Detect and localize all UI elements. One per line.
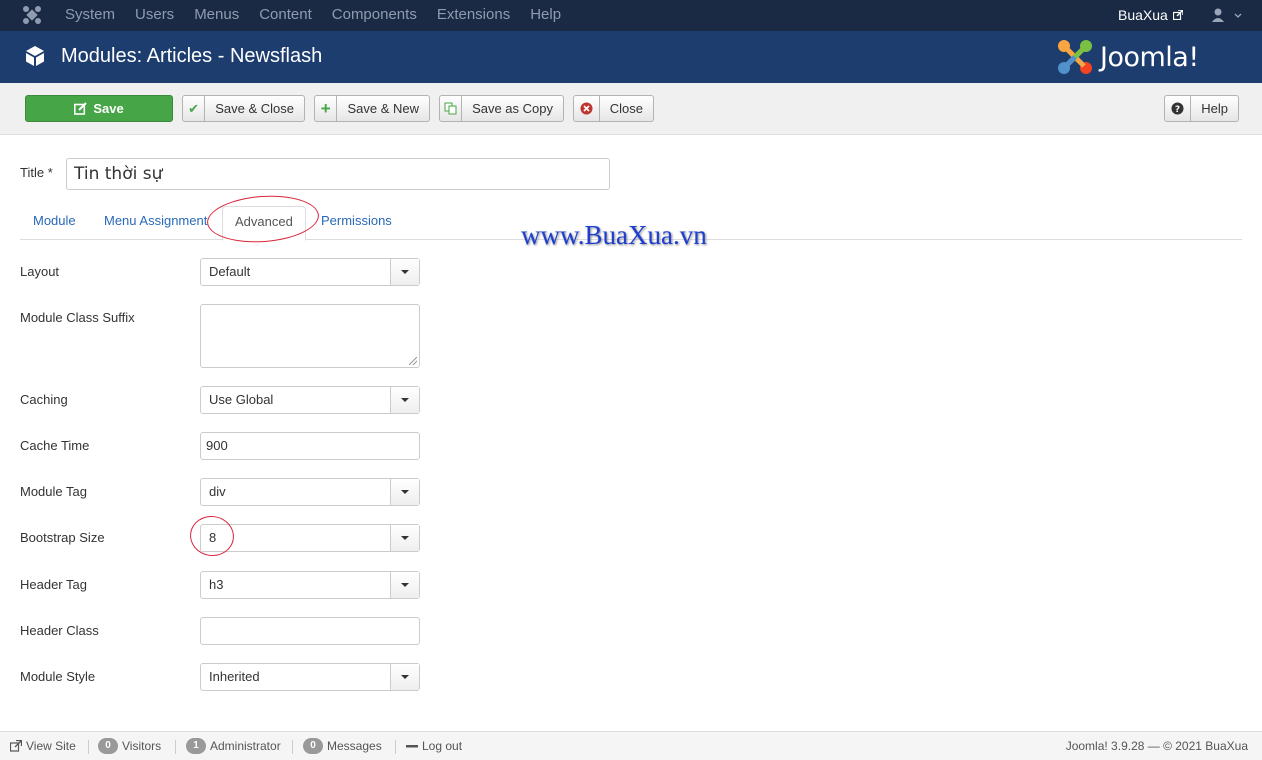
menu-menus[interactable]: Menus: [184, 0, 249, 31]
save-copy-button[interactable]: Save as Copy: [439, 95, 564, 122]
layout-value: Default: [209, 264, 251, 279]
user-menu-icon[interactable]: [1212, 8, 1242, 22]
menu-components[interactable]: Components: [322, 0, 427, 31]
question-icon: ?: [1165, 96, 1192, 121]
menu-help[interactable]: Help: [520, 0, 571, 31]
module-tag-label: Module Tag: [20, 484, 87, 499]
messages-badge: 0: [303, 738, 323, 754]
administrator-label: Administrator: [210, 739, 281, 753]
toolbar: Save ✔ Save & Close + Save & New Save as…: [0, 83, 1262, 135]
logout-link[interactable]: Log out: [406, 732, 462, 760]
view-site-label: View Site: [26, 739, 76, 753]
save-button[interactable]: Save: [25, 95, 173, 122]
module-style-value: Inherited: [209, 669, 260, 684]
messages-link[interactable]: 0 Messages: [303, 732, 382, 760]
header-class-label: Header Class: [20, 623, 99, 638]
cache-time-label: Cache Time: [20, 438, 90, 453]
header-tag-label: Header Tag: [20, 577, 87, 592]
menu-extensions[interactable]: Extensions: [427, 0, 520, 31]
bootstrap-size-label: Bootstrap Size: [20, 530, 105, 545]
chevron-down-icon: [390, 525, 419, 551]
menu-content[interactable]: Content: [249, 0, 322, 31]
help-button[interactable]: ? Help: [1164, 95, 1239, 122]
caching-select[interactable]: Use Global: [200, 386, 420, 414]
cube-icon: [26, 46, 44, 66]
external-link-icon: [1172, 10, 1183, 20]
external-link-icon: [10, 740, 22, 752]
minus-icon: [406, 745, 418, 748]
layout-label: Layout: [20, 264, 60, 279]
module-style-label: Module Style: [20, 669, 96, 684]
chevron-down-icon: [390, 259, 419, 285]
save-close-label: Save & Close: [215, 101, 294, 116]
title-input[interactable]: Tin thời sự: [66, 158, 610, 190]
joomla-brand-icon: [1058, 40, 1092, 74]
title-label: Title *: [20, 165, 53, 180]
save-label: Save: [93, 101, 124, 116]
chevron-down-icon: [390, 664, 419, 690]
joomla-brand-logo: Joomla!: [1056, 37, 1199, 77]
messages-label: Messages: [327, 739, 382, 753]
admin-menu: System Users Menus Content Components Ex…: [55, 0, 571, 31]
checkmark-icon: ✔: [183, 96, 206, 121]
tab-permissions[interactable]: Permissions: [321, 206, 392, 240]
logout-label: Log out: [422, 739, 463, 753]
module-class-suffix-label: Module Class Suffix: [20, 310, 135, 325]
save-new-button[interactable]: + Save & New: [314, 95, 430, 122]
copy-icon: [440, 96, 463, 121]
module-class-suffix-textarea[interactable]: [200, 304, 420, 368]
layout-select[interactable]: Default: [200, 258, 420, 286]
watermark: www.BuaXua.vn: [521, 220, 707, 250]
chevron-down-icon: [390, 572, 419, 598]
page-title: Modules: Articles - Newsflash: [61, 45, 323, 67]
administrator-badge: 1: [186, 738, 206, 754]
svg-text:?: ?: [1175, 105, 1180, 115]
joomla-logo-icon[interactable]: [22, 5, 42, 25]
status-bar: View Site 0 Visitors 1 Administrator 0 M…: [0, 731, 1262, 760]
help-label: Help: [1201, 101, 1228, 116]
save-new-label: Save & New: [347, 101, 419, 116]
save-close-button[interactable]: ✔ Save & Close: [182, 95, 305, 122]
close-button[interactable]: Close: [573, 95, 654, 122]
menu-users[interactable]: Users: [125, 0, 184, 31]
header-tag-select[interactable]: h3: [200, 571, 420, 599]
caching-label: Caching: [20, 392, 68, 407]
cache-time-input[interactable]: 900: [200, 432, 420, 460]
visitors-label: Visitors: [122, 739, 162, 753]
edit-icon: [74, 102, 88, 115]
chevron-down-icon: [390, 479, 419, 505]
tab-module[interactable]: Module: [33, 206, 76, 240]
divider: [292, 740, 293, 754]
site-link[interactable]: BuaXua: [1118, 0, 1183, 30]
module-tag-value: div: [209, 484, 226, 499]
close-label: Close: [609, 101, 643, 116]
module-style-select[interactable]: Inherited: [200, 663, 420, 691]
divider: [88, 740, 89, 754]
plus-icon: +: [315, 96, 338, 121]
site-name: BuaXua: [1118, 7, 1168, 23]
version-text: Joomla! 3.9.28 — © 2021 BuaXua: [1065, 739, 1248, 753]
divider: [395, 740, 396, 754]
cancel-icon: [574, 96, 600, 121]
annotation-circle-bootstrap-size: [187, 513, 237, 559]
administrator-link[interactable]: 1 Administrator: [186, 732, 281, 760]
chevron-down-icon: [390, 387, 419, 413]
header-tag-value: h3: [209, 577, 224, 592]
visitors-link[interactable]: 0 Visitors: [98, 732, 161, 760]
divider: [175, 740, 176, 754]
visitors-badge: 0: [98, 738, 118, 754]
module-tag-select[interactable]: div: [200, 478, 420, 506]
save-copy-label: Save as Copy: [472, 101, 553, 116]
caching-value: Use Global: [209, 392, 274, 407]
tab-menu-assignment[interactable]: Menu Assignment: [104, 206, 207, 240]
view-site-link[interactable]: View Site: [10, 732, 76, 760]
header-class-input[interactable]: [200, 617, 420, 645]
menu-system[interactable]: System: [55, 0, 125, 31]
admin-menu-bar: System Users Menus Content Components Ex…: [0, 0, 1262, 31]
brand-text: Joomla!: [1100, 41, 1199, 73]
page-header: Modules: Articles - Newsflash Joomla!: [0, 31, 1262, 83]
